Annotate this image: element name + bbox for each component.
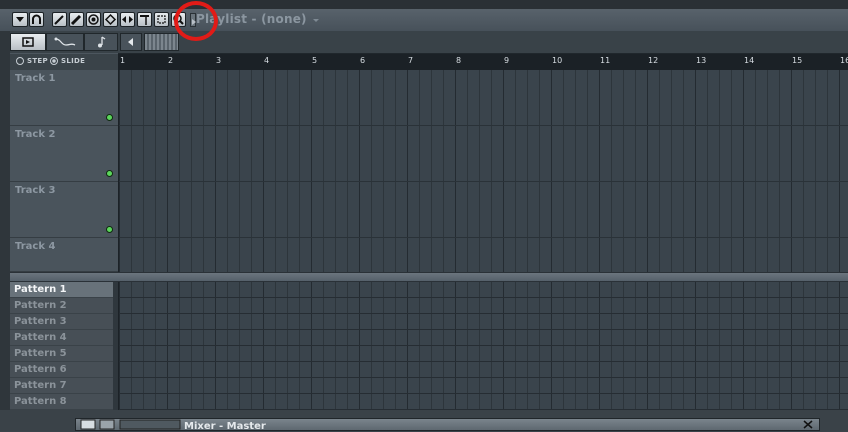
track-label: Track 4 — [15, 241, 56, 252]
pattern-item[interactable]: Pattern 6 — [10, 362, 113, 378]
track-enable-led[interactable] — [106, 226, 113, 233]
track-label: Track 3 — [15, 185, 56, 196]
slide-radio[interactable] — [50, 57, 58, 65]
bar-number: 16 — [840, 56, 848, 65]
bar-number: 1 — [120, 56, 126, 65]
bar-number: 4 — [264, 56, 270, 65]
pattern-label: Pattern 2 — [14, 300, 67, 311]
bar-number: 8 — [456, 56, 462, 65]
track-label: Track 2 — [15, 129, 56, 140]
bar-number: 12 — [648, 56, 659, 65]
mixer-buttons-icon — [80, 419, 181, 430]
bar-number: 6 — [360, 56, 366, 65]
playlist-icon — [22, 37, 34, 47]
tab-audio[interactable] — [84, 33, 118, 51]
track-label: Track 1 — [15, 73, 56, 84]
tab-automation[interactable] — [46, 33, 84, 51]
pattern-item[interactable]: Pattern 7 — [10, 378, 113, 394]
bar-number: 15 — [792, 56, 803, 65]
bar-number: 2 — [168, 56, 174, 65]
paint-tool-button[interactable] — [69, 12, 84, 27]
menu-arrow-button[interactable] — [12, 12, 28, 27]
track-2[interactable]: Track 2 — [10, 126, 118, 182]
pattern-item[interactable]: Pattern 1 — [10, 282, 113, 298]
tab-playlist[interactable] — [10, 33, 46, 51]
slip-tool-button[interactable] — [120, 12, 135, 27]
slice-tool-button[interactable] — [137, 12, 152, 27]
pattern-label: Pattern 8 — [14, 396, 67, 407]
bar-number: 5 — [312, 56, 318, 65]
bar-number: 9 — [504, 56, 510, 65]
note-icon — [98, 36, 106, 48]
pattern-item[interactable]: Pattern 4 — [10, 330, 113, 346]
horizontal-scrollbar-thumb[interactable] — [144, 33, 179, 51]
slip-icon — [122, 16, 133, 23]
track-3[interactable]: Track 3 — [10, 182, 118, 238]
pattern-label: Pattern 4 — [14, 332, 67, 343]
brush-icon — [70, 14, 82, 26]
pattern-label: Pattern 6 — [14, 364, 67, 375]
scroll-left-button[interactable] — [120, 33, 142, 51]
delete-icon — [88, 14, 99, 25]
bar-number: 11 — [600, 56, 611, 65]
playlist-grid[interactable] — [118, 70, 848, 272]
step-radio[interactable] — [16, 57, 24, 65]
step-label: STEP — [27, 57, 48, 65]
playlist-toolbar — [0, 9, 848, 32]
bar-number: 7 — [408, 56, 414, 65]
pattern-item[interactable]: Pattern 2 — [10, 298, 113, 314]
step-slide-mode: STEP SLIDE — [10, 54, 118, 71]
bar-number: 13 — [696, 56, 707, 65]
pattern-label: Pattern 3 — [14, 316, 67, 327]
slide-label: SLIDE — [61, 57, 86, 65]
panel-splitter[interactable] — [10, 272, 848, 282]
select-tool-button[interactable] — [154, 12, 169, 27]
track-enable-led[interactable] — [106, 170, 113, 177]
left-border-strip — [0, 31, 10, 410]
arrow-left-icon — [128, 38, 133, 46]
draw-tool-button[interactable] — [52, 12, 67, 27]
bar-number: 10 — [552, 56, 563, 65]
bar-number: 14 — [744, 56, 755, 65]
mute-tool-button[interactable] — [103, 12, 118, 27]
mixer-title: Mixer - Master — [184, 421, 266, 432]
delete-tool-button[interactable] — [86, 12, 101, 27]
slice-icon — [140, 15, 149, 25]
magnet-icon — [32, 14, 41, 24]
track-enable-led[interactable] — [106, 114, 113, 121]
pattern-grid[interactable] — [118, 282, 848, 410]
magnet-snap-button[interactable] — [29, 12, 44, 27]
dropdown-arrow-icon — [313, 18, 320, 22]
pattern-label: Pattern 1 — [14, 284, 67, 295]
mute-icon — [104, 13, 117, 26]
highlight-circle — [174, 1, 218, 41]
timeline-ruler[interactable]: 1 2 3 4 5 6 7 8 9 10 11 12 13 14 15 16 — [118, 54, 848, 71]
close-icon[interactable] — [801, 419, 815, 430]
track-4[interactable]: Track 4 — [10, 238, 118, 272]
pattern-label: Pattern 5 — [14, 348, 67, 359]
pattern-item[interactable]: Pattern 8 — [10, 394, 113, 410]
pattern-item[interactable]: Pattern 5 — [10, 346, 113, 362]
track-1[interactable]: Track 1 — [10, 70, 118, 126]
pattern-label: Pattern 7 — [14, 380, 67, 391]
automation-curve-icon — [54, 37, 76, 46]
pattern-item[interactable]: Pattern 3 — [10, 314, 113, 330]
playlist-subbar — [0, 31, 848, 54]
select-icon — [157, 15, 166, 24]
bar-number: 3 — [216, 56, 222, 65]
pencil-icon — [54, 15, 64, 25]
